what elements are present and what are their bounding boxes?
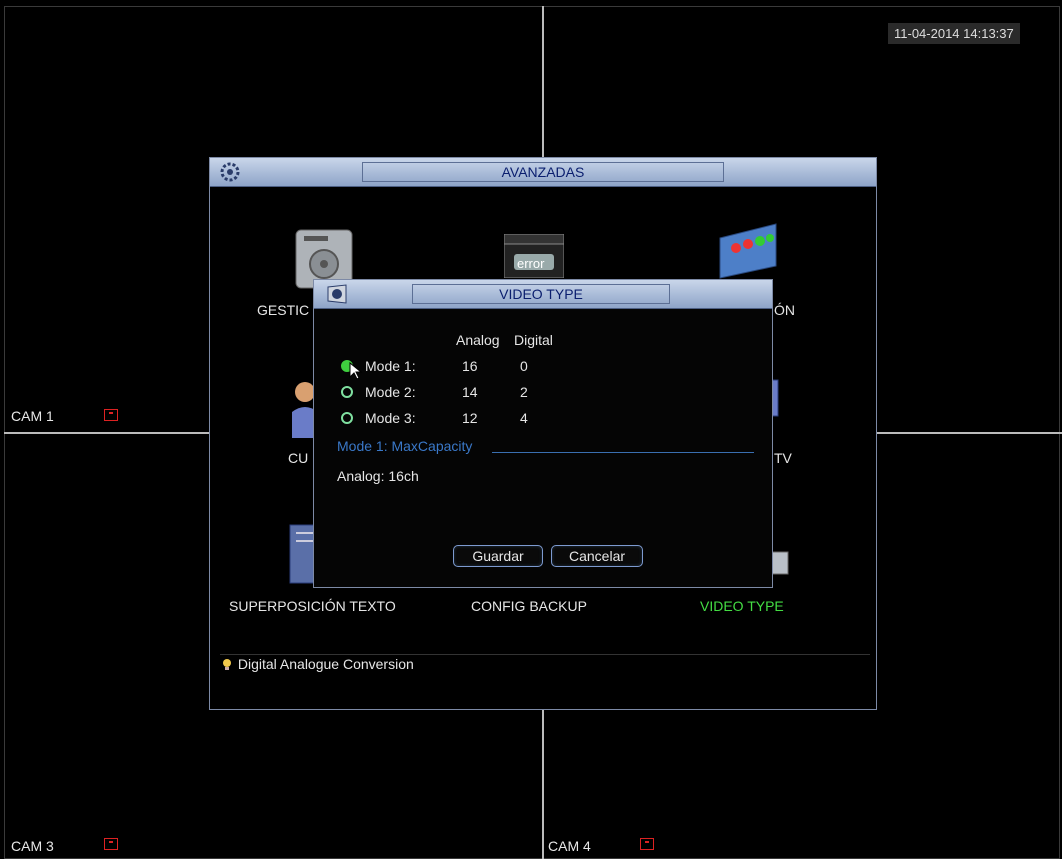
menu-item-hdd[interactable]: GESTIC [257,302,309,318]
mode-1-label[interactable]: Mode 1: [365,358,416,374]
cancel-button[interactable]: Cancelar [551,545,643,567]
mode-info-title: Mode 1: MaxCapacity [337,438,473,454]
menu-item-text-overlay[interactable]: SUPERPOSICIÓN TEXTO [229,598,396,614]
camera-label-4: CAM 4 [548,838,591,854]
lightbulb-icon [223,659,231,670]
camera-status-icon [640,838,654,850]
mode-1-analog: 16 [462,358,478,374]
menu-item-color[interactable]: ÓN [774,302,795,318]
column-header-analog: Analog [456,332,500,348]
mode-2-label[interactable]: Mode 2: [365,384,416,400]
hint-bar: Digital Analogue Conversion [220,656,414,672]
dialog-titlebar: VIDEO TYPE [314,280,772,309]
camera-status-icon [104,409,118,421]
camera-label-1: CAM 1 [11,408,54,424]
mode-2-analog: 14 [462,384,478,400]
dialog-title: VIDEO TYPE [412,284,670,304]
mode-1-digital: 0 [520,358,528,374]
mouse-cursor-icon [349,362,363,380]
color-panel-icon[interactable] [716,222,780,280]
clock: 11-04-2014 14:13:37 [888,23,1020,44]
camera-label-3: CAM 3 [11,838,54,854]
mode-info-text: Analog: 16ch [337,468,419,484]
column-header-digital: Digital [514,332,553,348]
gear-icon [220,162,240,182]
mode-info-divider [492,452,754,453]
save-button[interactable]: Guardar [453,545,543,567]
window-titlebar: AVANZADAS [210,158,876,187]
mode-3-digital: 4 [520,410,528,426]
mode-2-radio[interactable] [341,386,353,398]
menu-item-video-type[interactable]: VIDEO TYPE [700,598,784,614]
error-icon-text: error [517,256,545,271]
mode-2-digital: 2 [520,384,528,400]
hint-separator [220,654,870,655]
mode-3-analog: 12 [462,410,478,426]
menu-item-config-backup[interactable]: CONFIG BACKUP [471,598,587,614]
video-type-dialog: VIDEO TYPE Analog Digital Mode 1: 16 0 M… [313,279,773,588]
mode-3-label[interactable]: Mode 3: [365,410,416,426]
window-title: AVANZADAS [362,162,724,182]
menu-item-tv[interactable]: TV [774,450,792,466]
menu-item-user[interactable]: CU [288,450,308,466]
mode-3-radio[interactable] [341,412,353,424]
hint-text: Digital Analogue Conversion [237,656,414,672]
camera-status-icon [104,838,118,850]
video-type-title-icon [327,284,347,304]
